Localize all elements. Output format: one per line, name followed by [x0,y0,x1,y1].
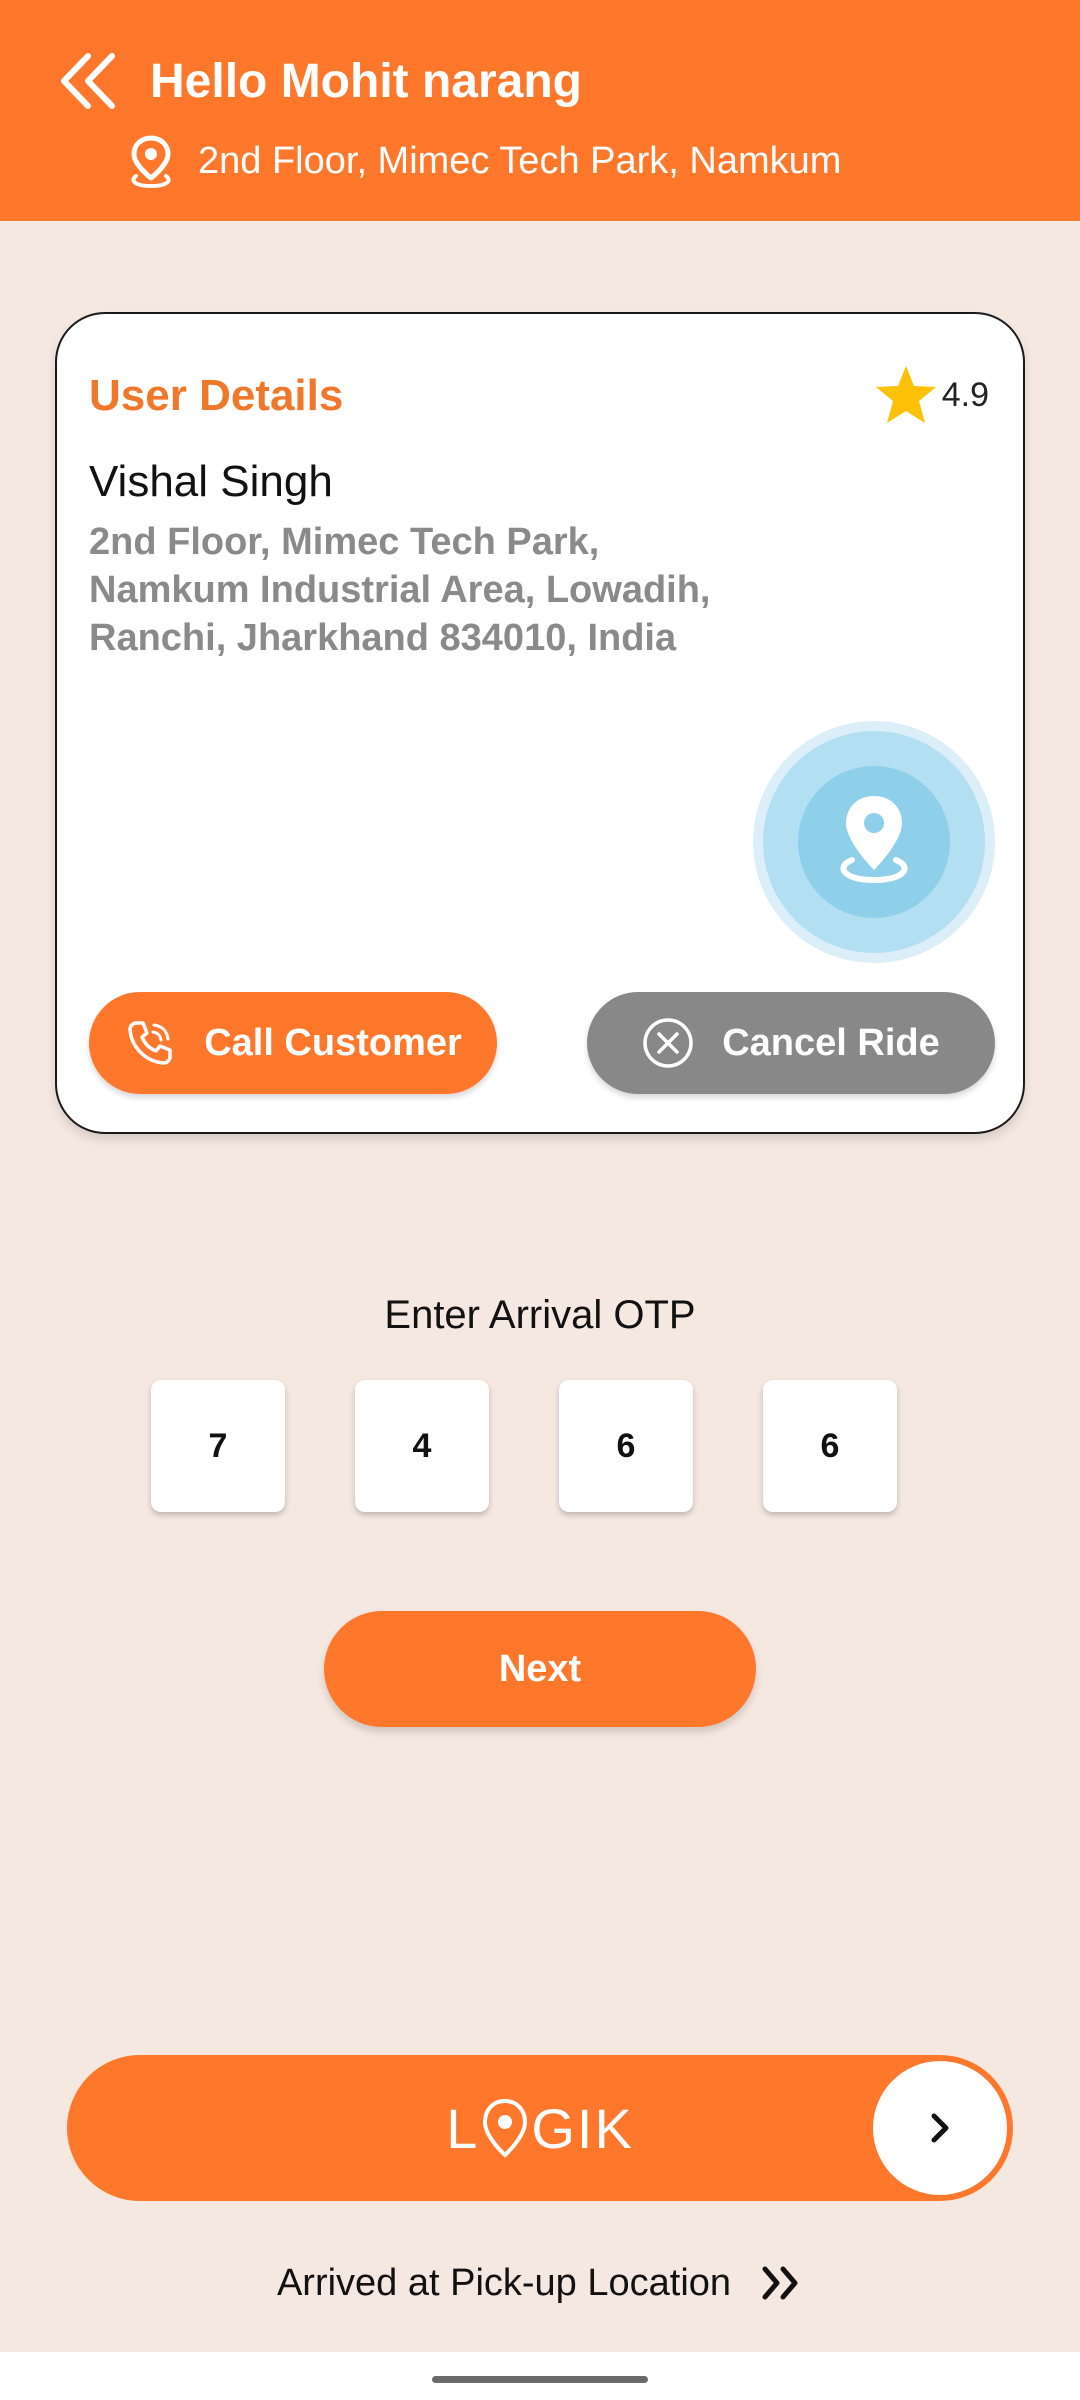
star-icon [875,366,936,423]
call-customer-label: Call Customer [204,1021,462,1064]
customer-name: Vishal Singh [89,457,333,506]
otp-digit-3[interactable]: 6 [559,1380,693,1512]
phone-icon [128,1021,172,1065]
location-pin-icon[interactable] [752,720,996,964]
header-address: 2nd Floor, Mimec Tech Park, Namkum [198,140,842,182]
chevron-right-icon [931,2113,949,2143]
logik-logo: L GIK [67,2055,1013,2201]
call-customer-button[interactable]: Call Customer [89,992,497,1094]
cancel-ride-button[interactable]: Cancel Ride [587,992,995,1094]
double-chevron-left-icon[interactable] [58,50,120,112]
user-rating: 4.9 [874,364,989,426]
home-indicator[interactable] [432,2376,648,2383]
greeting-title: Hello Mohit narang [150,55,582,108]
otp-label: Enter Arrival OTP [384,1293,696,1337]
rating-value: 4.9 [941,375,989,414]
otp-digit-2[interactable]: 4 [355,1380,489,1512]
map-pin-icon [131,135,171,189]
otp-input-group: 7 4 6 6 [151,1380,897,1512]
user-details-card: User Details 4.9 Vishal Singh 2nd Floor,… [55,312,1025,1134]
customer-address-line: Namkum Industrial Area, Lowadih, [89,569,711,611]
user-details-title: User Details [89,371,344,420]
customer-address-line: Ranchi, Jharkhand 834010, India [89,617,677,659]
otp-digit-4[interactable]: 6 [763,1380,897,1512]
logo-text-suffix: GIK [531,2096,634,2160]
customer-address: 2nd Floor, Mimec Tech Park, Namkum Indus… [89,518,809,662]
slider-knob[interactable] [873,2061,1007,2195]
app-header: Hello Mohit narang 2nd Floor, Mimec Tech… [0,0,1080,221]
close-circle-icon [643,1018,693,1068]
cancel-ride-label: Cancel Ride [722,1021,940,1064]
double-chevron-right-icon [762,2266,798,2300]
arrived-status: Arrived at Pick-up Location [0,2258,1080,2308]
otp-digit-1[interactable]: 7 [151,1380,285,1512]
logo-text-prefix: L [446,2096,480,2160]
arrived-label: Arrived at Pick-up Location [276,2262,732,2304]
customer-address-line: 2nd Floor, Mimec Tech Park, [89,521,600,563]
arrival-swipe-slider[interactable]: L GIK [67,2055,1013,2201]
next-button[interactable]: Next [324,1611,756,1727]
logo-pin-icon [483,2098,528,2158]
